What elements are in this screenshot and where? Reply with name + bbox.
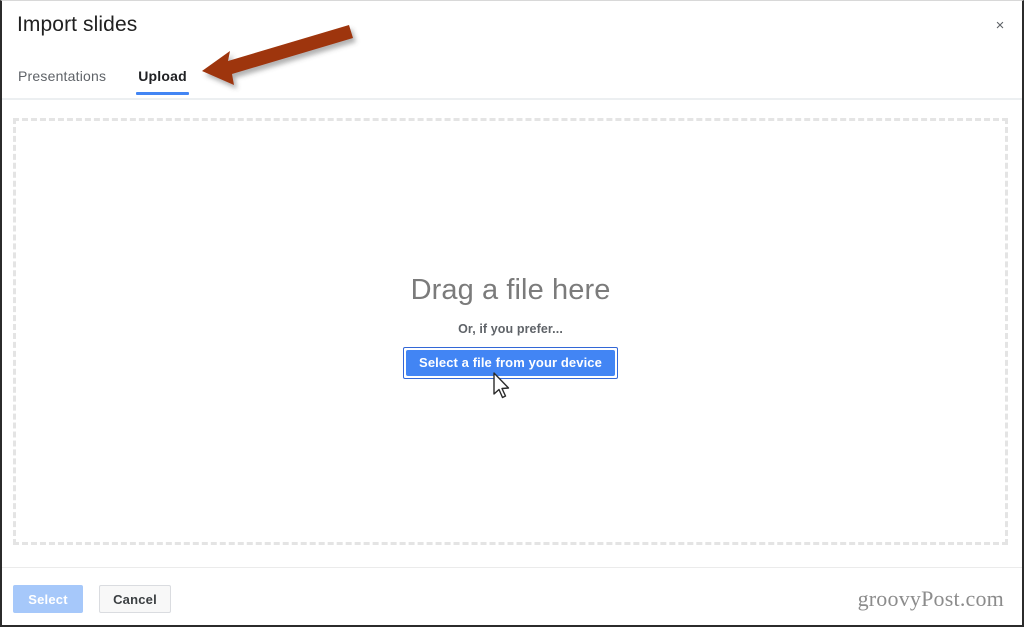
dialog-footer: Select Cancel groovyPost.com xyxy=(2,567,1022,625)
tab-upload[interactable]: Upload xyxy=(122,54,203,98)
cancel-button[interactable]: Cancel xyxy=(99,585,171,613)
or-prefer-text: Or, if you prefer... xyxy=(458,322,563,336)
dialog-header: Import slides × Presentations Upload xyxy=(2,1,1022,100)
dialog-body: Drag a file here Or, if you prefer... Se… xyxy=(2,100,1022,568)
tab-presentations[interactable]: Presentations xyxy=(2,54,122,98)
select-file-from-device-button[interactable]: Select a file from your device xyxy=(406,350,615,376)
import-slides-dialog: Import slides × Presentations Upload Dra… xyxy=(0,0,1024,627)
watermark: groovyPost.com xyxy=(857,586,1004,611)
page-title: Import slides xyxy=(17,13,138,36)
select-button[interactable]: Select xyxy=(13,585,83,613)
tab-bar: Presentations Upload xyxy=(2,54,203,98)
tab-upload-label: Upload xyxy=(138,68,187,84)
select-file-focus-ring: Select a file from your device xyxy=(403,347,618,379)
file-dropzone[interactable]: Drag a file here Or, if you prefer... Se… xyxy=(13,118,1008,545)
drag-file-heading: Drag a file here xyxy=(410,274,611,306)
dropzone-content: Drag a file here Or, if you prefer... Se… xyxy=(403,273,618,379)
close-icon[interactable]: × xyxy=(986,11,1014,39)
tab-presentations-label: Presentations xyxy=(18,68,107,84)
